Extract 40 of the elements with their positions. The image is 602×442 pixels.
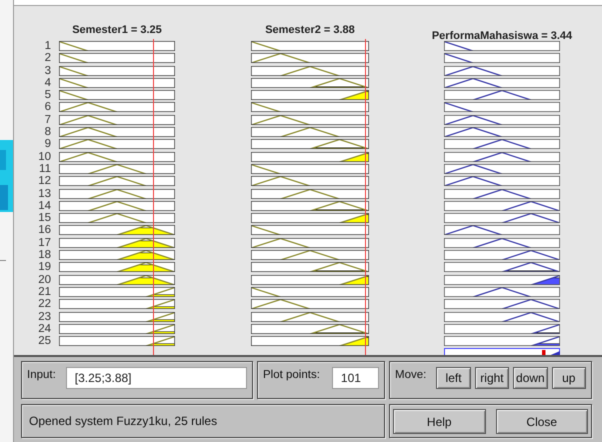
rule-number: 23 <box>37 312 51 324</box>
rule-number: 1 <box>44 41 51 53</box>
rule-number: 13 <box>37 188 51 201</box>
move-button[interactable]: up <box>552 367 586 389</box>
variable-title: PerformaMahasiswa = 3.44 <box>432 29 572 41</box>
variable-title: Semester1 = 3.25 <box>72 25 162 38</box>
rule-number: 22 <box>37 299 51 312</box>
status-message: Opened system Fuzzy1ku, 25 rules <box>28 413 218 428</box>
input-label: Input: <box>27 368 56 381</box>
rule-number: 2 <box>44 53 51 66</box>
close-button[interactable]: Close <box>496 409 588 434</box>
rule-number: 24 <box>37 324 51 336</box>
input-field[interactable]: [3.25;3.88] <box>66 367 247 389</box>
move-button[interactable]: right <box>474 367 510 389</box>
rule-number: 15 <box>37 213 51 225</box>
plot-points-field[interactable]: 101 <box>332 367 379 389</box>
help-button[interactable]: Help <box>393 409 486 434</box>
rule-number: 7 <box>44 114 51 127</box>
rule-number: 25 <box>37 336 51 348</box>
rule-number: 8 <box>44 127 51 139</box>
rule-number: 17 <box>37 238 51 250</box>
rule-number: 5 <box>44 90 51 102</box>
variable-title: Semester2 = 3.88 <box>265 25 355 38</box>
rule-number: 21 <box>37 286 51 299</box>
rule-number: 20 <box>37 274 51 287</box>
rule-number: 14 <box>37 200 51 213</box>
rule-number: 11 <box>38 164 51 176</box>
rule-number: 4 <box>44 78 51 90</box>
move-button[interactable]: left <box>436 367 471 389</box>
rule-number: 18 <box>37 250 51 262</box>
rule-number: 19 <box>37 262 51 275</box>
rule-number: 6 <box>44 102 51 115</box>
rule-number: 9 <box>44 139 51 152</box>
move-button[interactable]: down <box>513 367 548 389</box>
plot-points-label: Plot points: <box>263 368 320 381</box>
rule-number: 12 <box>37 176 51 189</box>
rule-number: 3 <box>44 66 51 78</box>
move-label: Move: <box>395 368 426 381</box>
rule-number: 16 <box>37 225 51 238</box>
rule-number: 10 <box>37 152 51 164</box>
